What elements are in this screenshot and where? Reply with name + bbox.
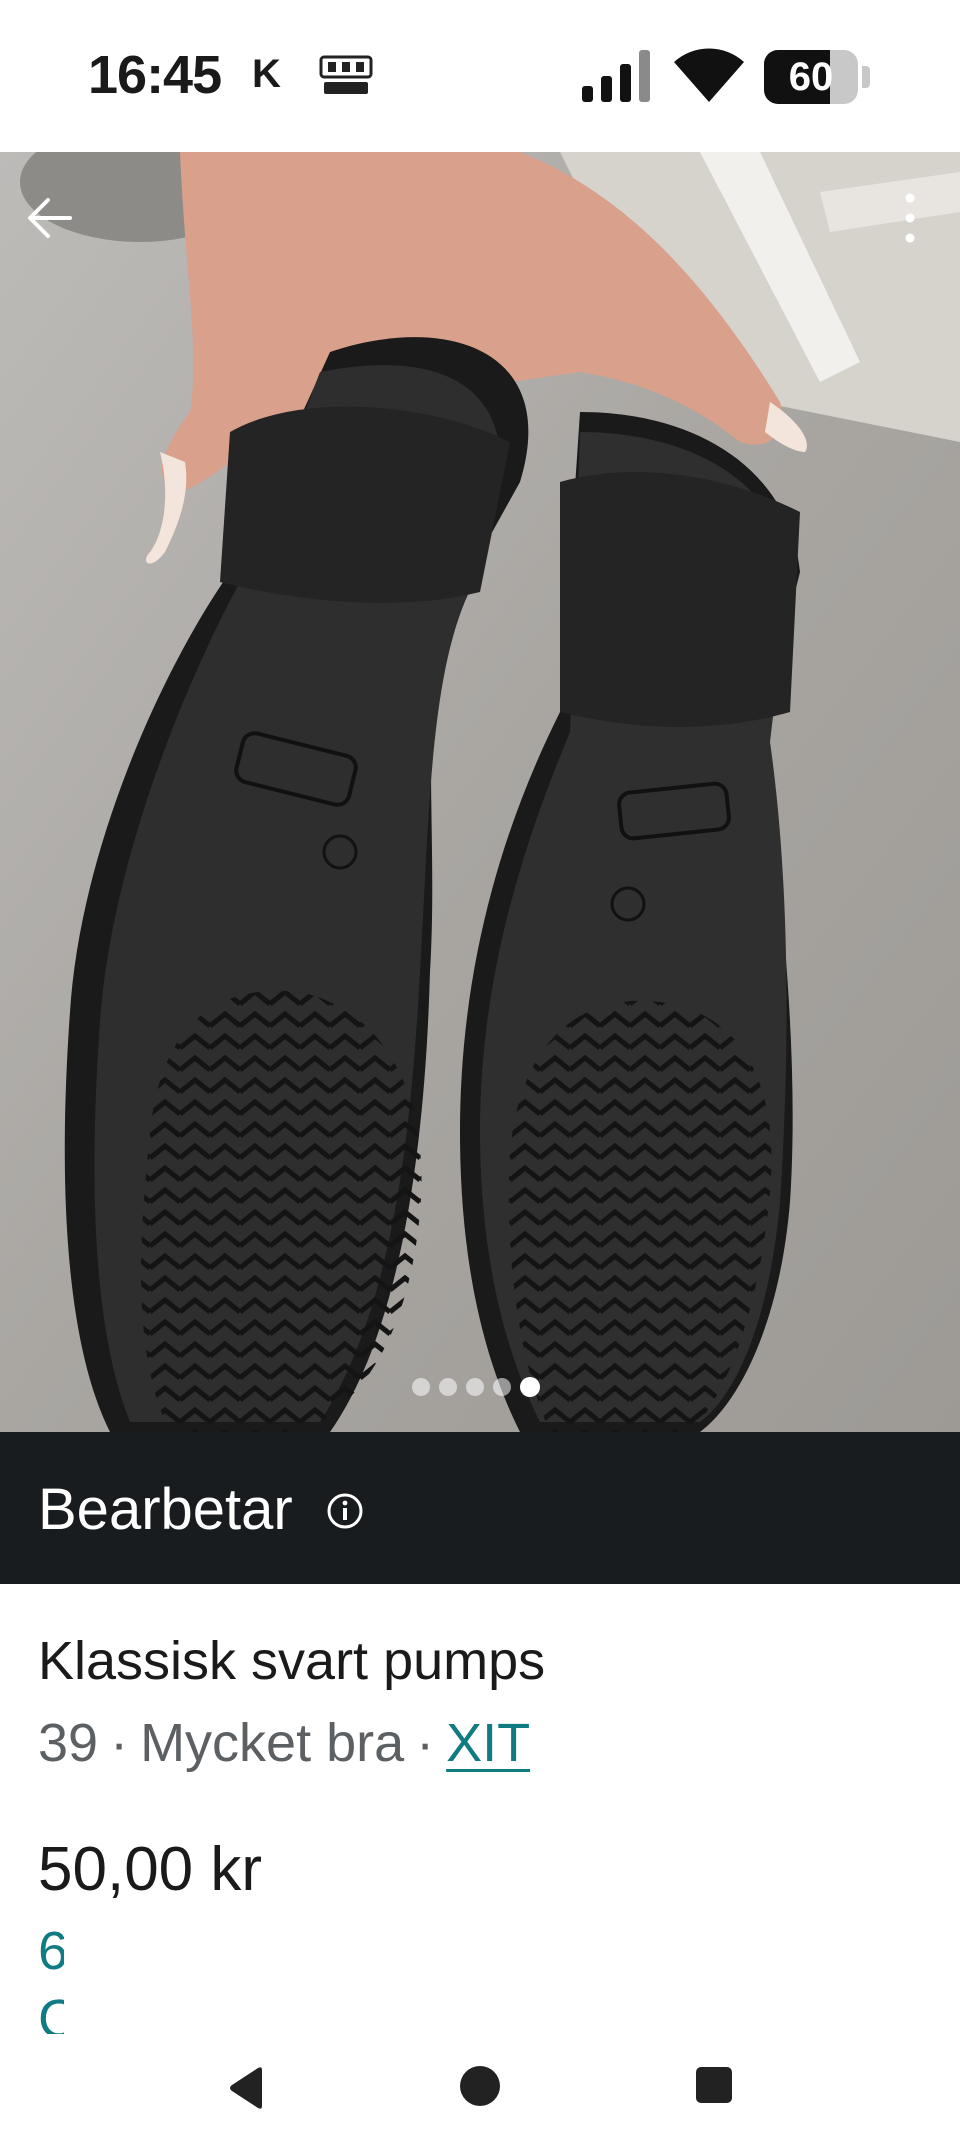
cell-signal-icon xyxy=(582,50,650,102)
meta-separator: · xyxy=(416,1713,435,1773)
carousel-dot[interactable] xyxy=(466,1378,484,1396)
carousel-dot[interactable] xyxy=(439,1378,457,1396)
carousel-dot[interactable] xyxy=(412,1378,430,1396)
brand-link[interactable]: XIT xyxy=(446,1713,530,1773)
listing-photo-carousel[interactable] xyxy=(0,152,960,1432)
toy-blast-icon xyxy=(319,55,373,94)
circle-home-icon[interactable] xyxy=(460,2066,500,2106)
system-nav-bar xyxy=(0,2034,960,2142)
carousel-dot-active[interactable] xyxy=(520,1377,540,1397)
battery-tip xyxy=(862,66,870,88)
shoe-soles-photo[interactable] xyxy=(0,152,960,1432)
item-extra-line[interactable]: C xyxy=(38,1988,64,2034)
processing-label: Bearbetar xyxy=(38,1477,293,1542)
item-size: 39 xyxy=(38,1713,99,1773)
triangle-back-icon[interactable] xyxy=(226,2066,266,2110)
item-meta: 39 · Mycket bra · XIT xyxy=(38,1712,530,1774)
processing-banner: Bearbetar xyxy=(0,1432,960,1584)
item-extra-line[interactable]: 6 xyxy=(38,1920,64,1982)
battery-percent: 60 xyxy=(788,55,834,99)
status-bar: 16:45 K 60 xyxy=(0,0,960,152)
wifi-icon xyxy=(674,48,744,102)
meta-separator: · xyxy=(110,1713,129,1773)
item-price: 50,00 kr xyxy=(38,1835,263,1904)
item-condition: Mycket bra xyxy=(140,1713,405,1773)
info-icon[interactable] xyxy=(326,1492,364,1530)
carrier-indicator: K xyxy=(252,52,281,96)
status-time: 16:45 xyxy=(88,45,222,105)
more-vertical-icon[interactable] xyxy=(890,188,930,248)
arrow-left-icon[interactable] xyxy=(22,190,78,246)
battery-icon: 60 xyxy=(764,50,874,104)
item-title: Klassisk svart pumps xyxy=(38,1631,546,1691)
carousel-indicator xyxy=(412,1374,540,1400)
square-recents-icon[interactable] xyxy=(696,2067,732,2103)
battery-body: 60 xyxy=(764,50,858,104)
carousel-dot[interactable] xyxy=(493,1378,511,1396)
